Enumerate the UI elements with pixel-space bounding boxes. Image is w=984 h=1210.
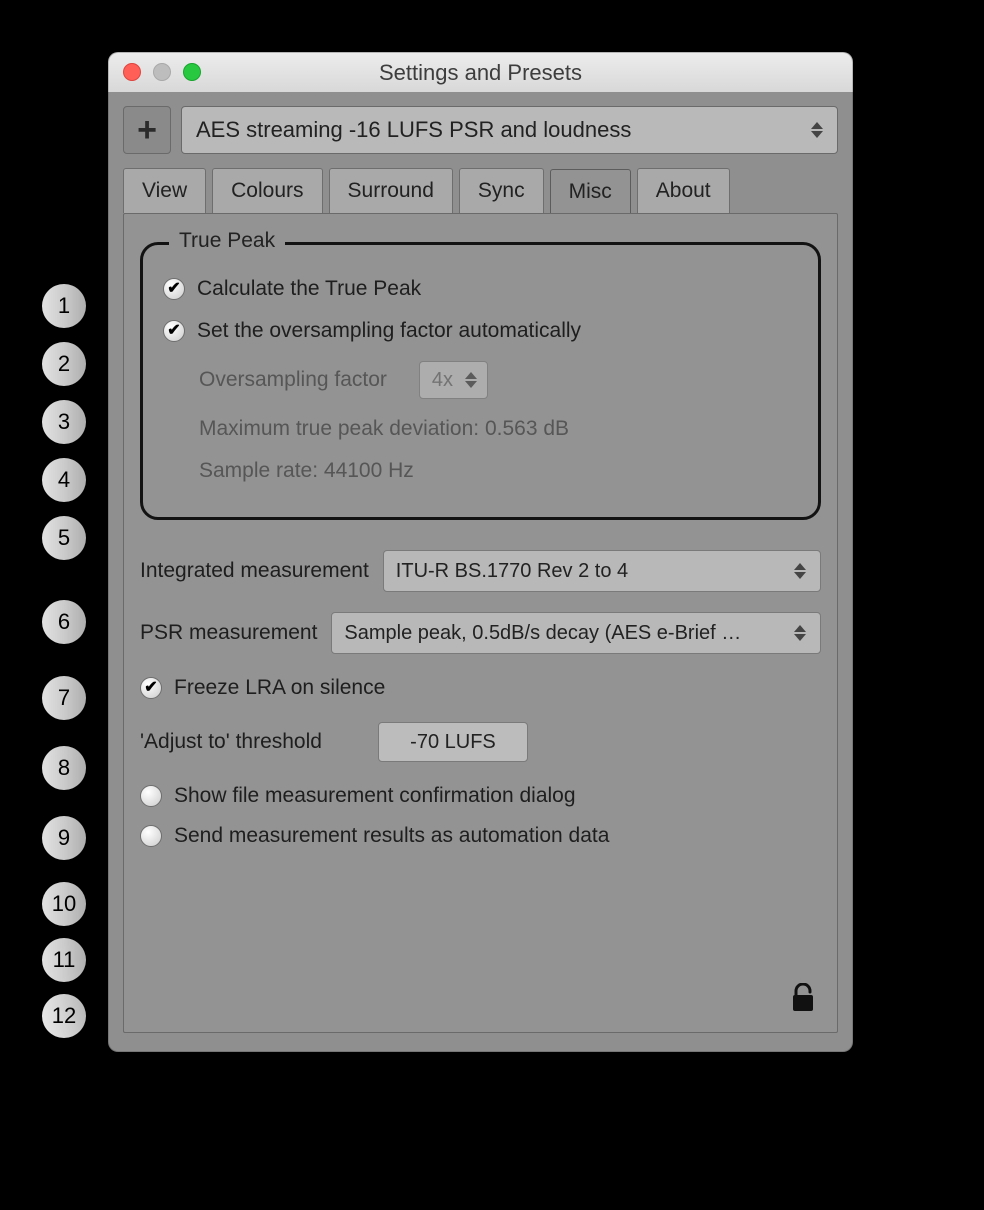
- tabbar: View Colours Surround Sync Misc About: [123, 168, 838, 213]
- checkbox-send-automation-data[interactable]: [140, 825, 162, 847]
- select-value: ITU-R BS.1770 Rev 2 to 4: [396, 560, 628, 583]
- tab-panel-misc: True Peak Calculate the True Peak Set th…: [123, 213, 838, 1033]
- tab-label: Surround: [348, 179, 434, 202]
- tab-misc[interactable]: Misc: [550, 169, 631, 214]
- select-oversampling-factor[interactable]: 4x: [419, 361, 488, 399]
- checkbox-show-confirmation-dialog[interactable]: [140, 785, 162, 807]
- tab-label: About: [656, 179, 711, 202]
- settings-window: Settings and Presets + AES streaming -16…: [108, 52, 853, 1052]
- tab-colours[interactable]: Colours: [212, 168, 322, 213]
- callout-2: 2: [42, 342, 86, 386]
- stepper-icon: [790, 619, 810, 647]
- label-calc-true-peak: Calculate the True Peak: [197, 277, 421, 301]
- close-button[interactable]: [123, 63, 141, 81]
- input-adjust-to-threshold[interactable]: -70 LUFS: [378, 722, 528, 762]
- select-value: 4x: [432, 369, 453, 392]
- label-adjust-to-threshold: 'Adjust to' threshold: [140, 730, 322, 754]
- add-preset-button[interactable]: +: [123, 106, 171, 154]
- tab-surround[interactable]: Surround: [329, 168, 453, 213]
- input-value: -70 LUFS: [410, 731, 496, 754]
- label-max-true-peak-deviation: Maximum true peak deviation: 0.563 dB: [199, 417, 569, 441]
- zoom-button[interactable]: [183, 63, 201, 81]
- tab-label: View: [142, 179, 187, 202]
- tab-label: Colours: [231, 179, 303, 202]
- checkbox-auto-oversampling[interactable]: [163, 320, 185, 342]
- window-title: Settings and Presets: [109, 60, 852, 86]
- group-legend: True Peak: [169, 229, 285, 253]
- tab-label: Sync: [478, 179, 525, 202]
- group-true-peak: True Peak Calculate the True Peak Set th…: [140, 242, 821, 520]
- checkbox-freeze-lra[interactable]: [140, 677, 162, 699]
- select-integrated-measurement[interactable]: ITU-R BS.1770 Rev 2 to 4: [383, 550, 821, 592]
- preset-select[interactable]: AES streaming -16 LUFS PSR and loudness: [181, 106, 838, 154]
- callout-4: 4: [42, 458, 86, 502]
- stepper-icon: [461, 366, 481, 394]
- preset-select-value: AES streaming -16 LUFS PSR and loudness: [196, 117, 631, 143]
- tab-sync[interactable]: Sync: [459, 168, 544, 213]
- label-show-confirmation-dialog: Show file measurement confirmation dialo…: [174, 784, 576, 808]
- callout-10: 10: [42, 882, 86, 926]
- callout-5: 5: [42, 516, 86, 560]
- tab-label: Misc: [569, 180, 612, 203]
- label-send-automation-data: Send measurement results as automation d…: [174, 824, 609, 848]
- tab-view[interactable]: View: [123, 168, 206, 213]
- stepper-icon: [790, 557, 810, 585]
- callout-12: 12: [42, 994, 86, 1038]
- tab-about[interactable]: About: [637, 168, 730, 213]
- label-freeze-lra: Freeze LRA on silence: [174, 676, 385, 700]
- label-oversampling-factor: Oversampling factor: [199, 368, 387, 392]
- callout-11: 11: [42, 938, 86, 982]
- select-psr-measurement[interactable]: Sample peak, 0.5dB/s decay (AES e-Brief …: [331, 612, 821, 654]
- select-value: Sample peak, 0.5dB/s decay (AES e-Brief …: [344, 622, 741, 645]
- callout-3: 3: [42, 400, 86, 444]
- callout-list: 1 2 3 4 5 6 7 8 9 10 11 12: [42, 280, 86, 1052]
- label-psr-measurement: PSR measurement: [140, 621, 317, 645]
- minimize-button[interactable]: [153, 63, 171, 81]
- callout-8: 8: [42, 746, 86, 790]
- checkbox-calc-true-peak[interactable]: [163, 278, 185, 300]
- callout-6: 6: [42, 600, 86, 644]
- stepper-icon: [807, 116, 827, 144]
- callout-7: 7: [42, 676, 86, 720]
- label-sample-rate: Sample rate: 44100 Hz: [199, 459, 414, 483]
- callout-9: 9: [42, 816, 86, 860]
- label-auto-oversampling: Set the oversampling factor automaticall…: [197, 319, 581, 343]
- titlebar[interactable]: Settings and Presets: [108, 52, 853, 92]
- plus-icon: +: [137, 111, 157, 150]
- label-integrated-measurement: Integrated measurement: [140, 559, 369, 583]
- lock-icon[interactable]: [789, 983, 817, 1018]
- callout-1: 1: [42, 284, 86, 328]
